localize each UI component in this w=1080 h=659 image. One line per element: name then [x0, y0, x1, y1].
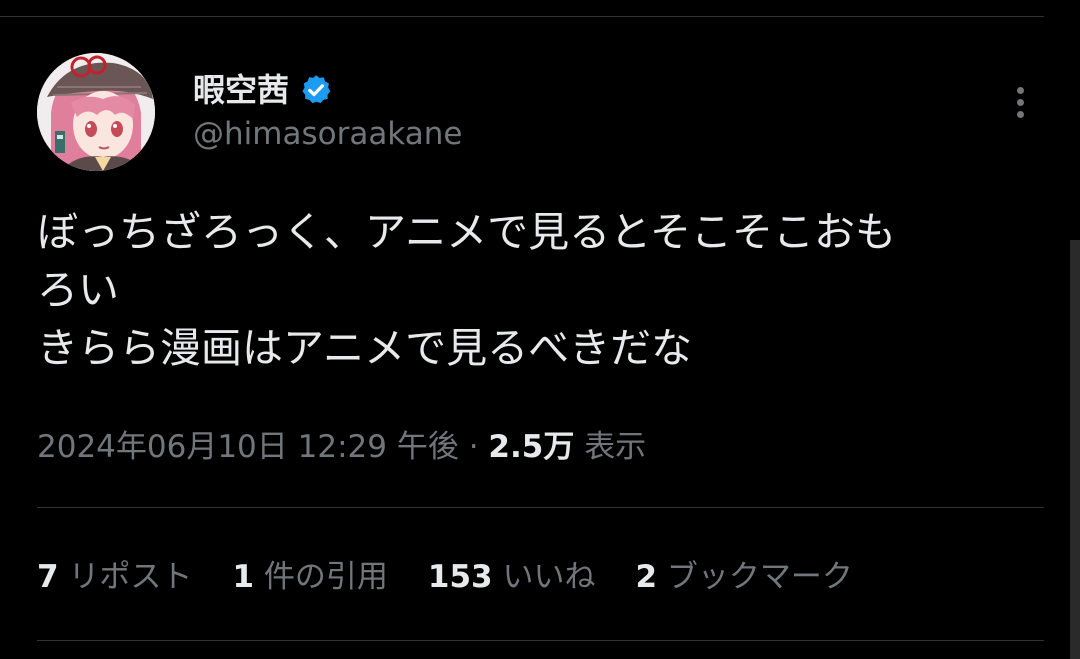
tweet-timestamp[interactable]: 2024年06月10日 12:29 午後	[37, 429, 459, 465]
meta-separator: ·	[458, 429, 489, 465]
display-name-row: 暇空茜	[193, 70, 333, 110]
likes-count: 153	[427, 559, 493, 595]
scrollbar[interactable]	[1070, 240, 1080, 659]
reposts-count: 7	[37, 559, 59, 595]
user-handle[interactable]: @himasoraakane	[193, 114, 462, 154]
more-dot-icon	[1016, 86, 1024, 94]
bookmarks-stat[interactable]: 2 ブックマーク	[635, 555, 852, 599]
tweet-text-line: きらら漫画はアニメで見るべきだな	[37, 324, 693, 372]
quotes-stat[interactable]: 1 件の引用	[232, 555, 387, 599]
views-count: 2.5万	[488, 429, 575, 465]
display-name[interactable]: 暇空茜	[193, 70, 289, 110]
tweet-text: ぼっちざろっく、アニメで見るとそこそこおも ろい きらら漫画はアニメで見るべきだ…	[37, 203, 1037, 377]
reposts-label: リポスト	[68, 559, 193, 595]
tweet-text-line: ぼっちざろっく、アニメで見るとそこそこおも	[37, 208, 896, 256]
bookmarks-count: 2	[635, 559, 658, 595]
more-dot-icon	[1016, 110, 1024, 118]
engagement-stats: 7 リポスト 1 件の引用 153 いいね 2 ブックマーク	[37, 555, 893, 599]
likes-stat[interactable]: 153 いいね	[428, 555, 596, 599]
quotes-label: 件の引用	[263, 559, 388, 595]
stats-bottom-divider	[37, 640, 1044, 641]
verified-badge-icon	[299, 73, 333, 107]
more-options-button[interactable]	[1004, 80, 1036, 124]
reposts-stat[interactable]: 7 リポスト	[37, 555, 192, 599]
top-divider	[0, 16, 1044, 17]
avatar-anime-girl-icon	[37, 53, 155, 171]
views-label: 表示	[584, 429, 647, 465]
likes-label: いいね	[502, 559, 596, 595]
tweet-meta: 2024年06月10日 12:29 午後 · 2.5万 表示	[37, 425, 646, 469]
avatar[interactable]	[37, 53, 155, 171]
more-dot-icon	[1016, 98, 1024, 106]
quotes-count: 1	[232, 559, 255, 595]
bookmarks-label: ブックマーク	[666, 559, 853, 595]
tweet-text-line: ろい	[37, 266, 119, 314]
stats-top-divider	[37, 507, 1044, 508]
